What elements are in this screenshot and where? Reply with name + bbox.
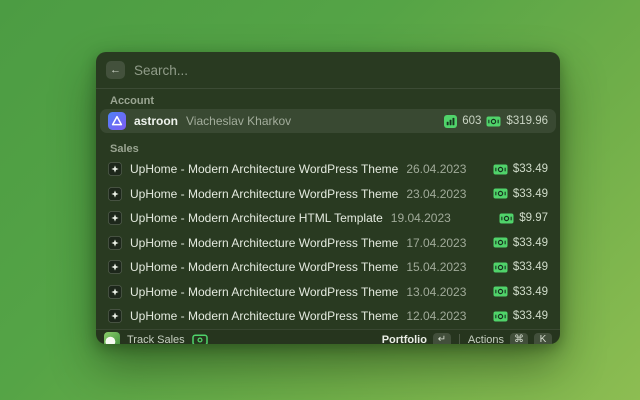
back-arrow-icon: ←: [110, 63, 121, 76]
sale-amount: $33.49: [512, 310, 548, 323]
product-icon: [108, 186, 122, 201]
extension-name: Track Sales: [127, 334, 185, 344]
sale-title: UpHome - Modern Architecture HTML Templa…: [130, 211, 383, 226]
banknote-icon: [493, 262, 508, 273]
sale-date: 13.04.2023: [406, 284, 467, 299]
product-icon: [108, 284, 122, 299]
section-label-account: Account: [110, 95, 154, 107]
sale-date: 12.04.2023: [406, 309, 467, 324]
product-icon: [108, 309, 122, 324]
search-input[interactable]: [134, 62, 550, 78]
banknote-icon: [493, 237, 508, 248]
total-amount-value: $319.96: [506, 115, 548, 127]
astroon-logo-icon: [108, 112, 126, 130]
footer-bar: Track Sales Portfolio ↵ Actions ⌘ K: [96, 328, 560, 344]
sale-amount: $33.49: [512, 236, 548, 249]
sales-count-value: 603: [462, 115, 482, 127]
sale-amount: $33.49: [512, 163, 548, 176]
sale-title: UpHome - Modern Architecture WordPress T…: [130, 260, 399, 275]
sale-date: 15.04.2023: [406, 260, 467, 275]
total-amount-stat: $319.96: [486, 115, 548, 127]
sale-amount: $33.49: [512, 187, 548, 200]
back-button[interactable]: ←: [106, 61, 125, 79]
sale-amount: $33.49: [512, 285, 548, 298]
bar-chart-icon: [444, 114, 458, 128]
sale-row[interactable]: UpHome - Modern Architecture WordPress T…: [100, 231, 556, 256]
sale-title: UpHome - Modern Architecture WordPress T…: [130, 284, 399, 299]
search-bar: ←: [96, 52, 560, 88]
k-key-icon[interactable]: K: [534, 332, 552, 344]
sale-date: 26.04.2023: [406, 162, 467, 177]
sale-title: UpHome - Modern Architecture WordPress T…: [130, 186, 399, 201]
banknote-icon: [493, 311, 508, 322]
extension-app-icon: [104, 332, 120, 344]
sale-date: 23.04.2023: [406, 186, 467, 201]
footer-divider: [458, 334, 460, 344]
section-label-sales: Sales: [110, 143, 139, 155]
sale-date: 19.04.2023: [390, 211, 451, 226]
product-icon: [108, 260, 122, 275]
banknote-icon: [493, 188, 508, 199]
sale-title: UpHome - Modern Architecture WordPress T…: [130, 162, 399, 177]
account-row[interactable]: astroon Viacheslav Kharkov 603 $319.96: [100, 109, 556, 133]
actions-menu-button[interactable]: Actions: [468, 334, 504, 344]
sale-row[interactable]: UpHome - Modern Architecture WordPress T…: [100, 157, 556, 182]
product-icon: [108, 235, 122, 250]
account-subtitle: Viacheslav Kharkov: [186, 114, 292, 128]
sale-amount: $9.97: [519, 212, 548, 225]
product-icon: [108, 211, 122, 226]
sale-row[interactable]: UpHome - Modern Architecture WordPress T…: [100, 255, 556, 280]
sale-row[interactable]: UpHome - Modern Architecture WordPress T…: [100, 182, 556, 207]
return-key-icon[interactable]: ↵: [432, 332, 451, 344]
sale-title: UpHome - Modern Architecture WordPress T…: [130, 235, 399, 250]
results-list: Account astroon Viacheslav Kharkov 603 $…: [96, 89, 560, 329]
account-name: astroon: [134, 114, 179, 128]
banknote-icon: [486, 116, 501, 127]
sale-title: UpHome - Modern Architecture WordPress T…: [130, 309, 399, 324]
sale-row[interactable]: UpHome - Modern Architecture WordPress T…: [100, 280, 556, 305]
sale-row[interactable]: UpHome - Modern Architecture HTML Templa…: [100, 206, 556, 231]
launcher-window: ← Account astroon Viacheslav Kharkov: [96, 52, 560, 344]
sales-count-stat: 603: [444, 114, 482, 128]
banknote-outline-icon: [191, 334, 208, 344]
banknote-icon: [493, 164, 508, 175]
command-key-icon[interactable]: ⌘: [510, 332, 528, 344]
sale-amount: $33.49: [512, 261, 548, 274]
sale-date: 17.04.2023: [406, 235, 467, 250]
banknote-icon: [493, 286, 508, 297]
sale-row[interactable]: UpHome - Modern Architecture WordPress T…: [100, 304, 556, 329]
banknote-icon: [499, 213, 514, 224]
product-icon: [108, 162, 122, 177]
sales-list: UpHome - Modern Architecture WordPress T…: [100, 157, 556, 329]
portfolio-action[interactable]: Portfolio: [382, 334, 427, 344]
